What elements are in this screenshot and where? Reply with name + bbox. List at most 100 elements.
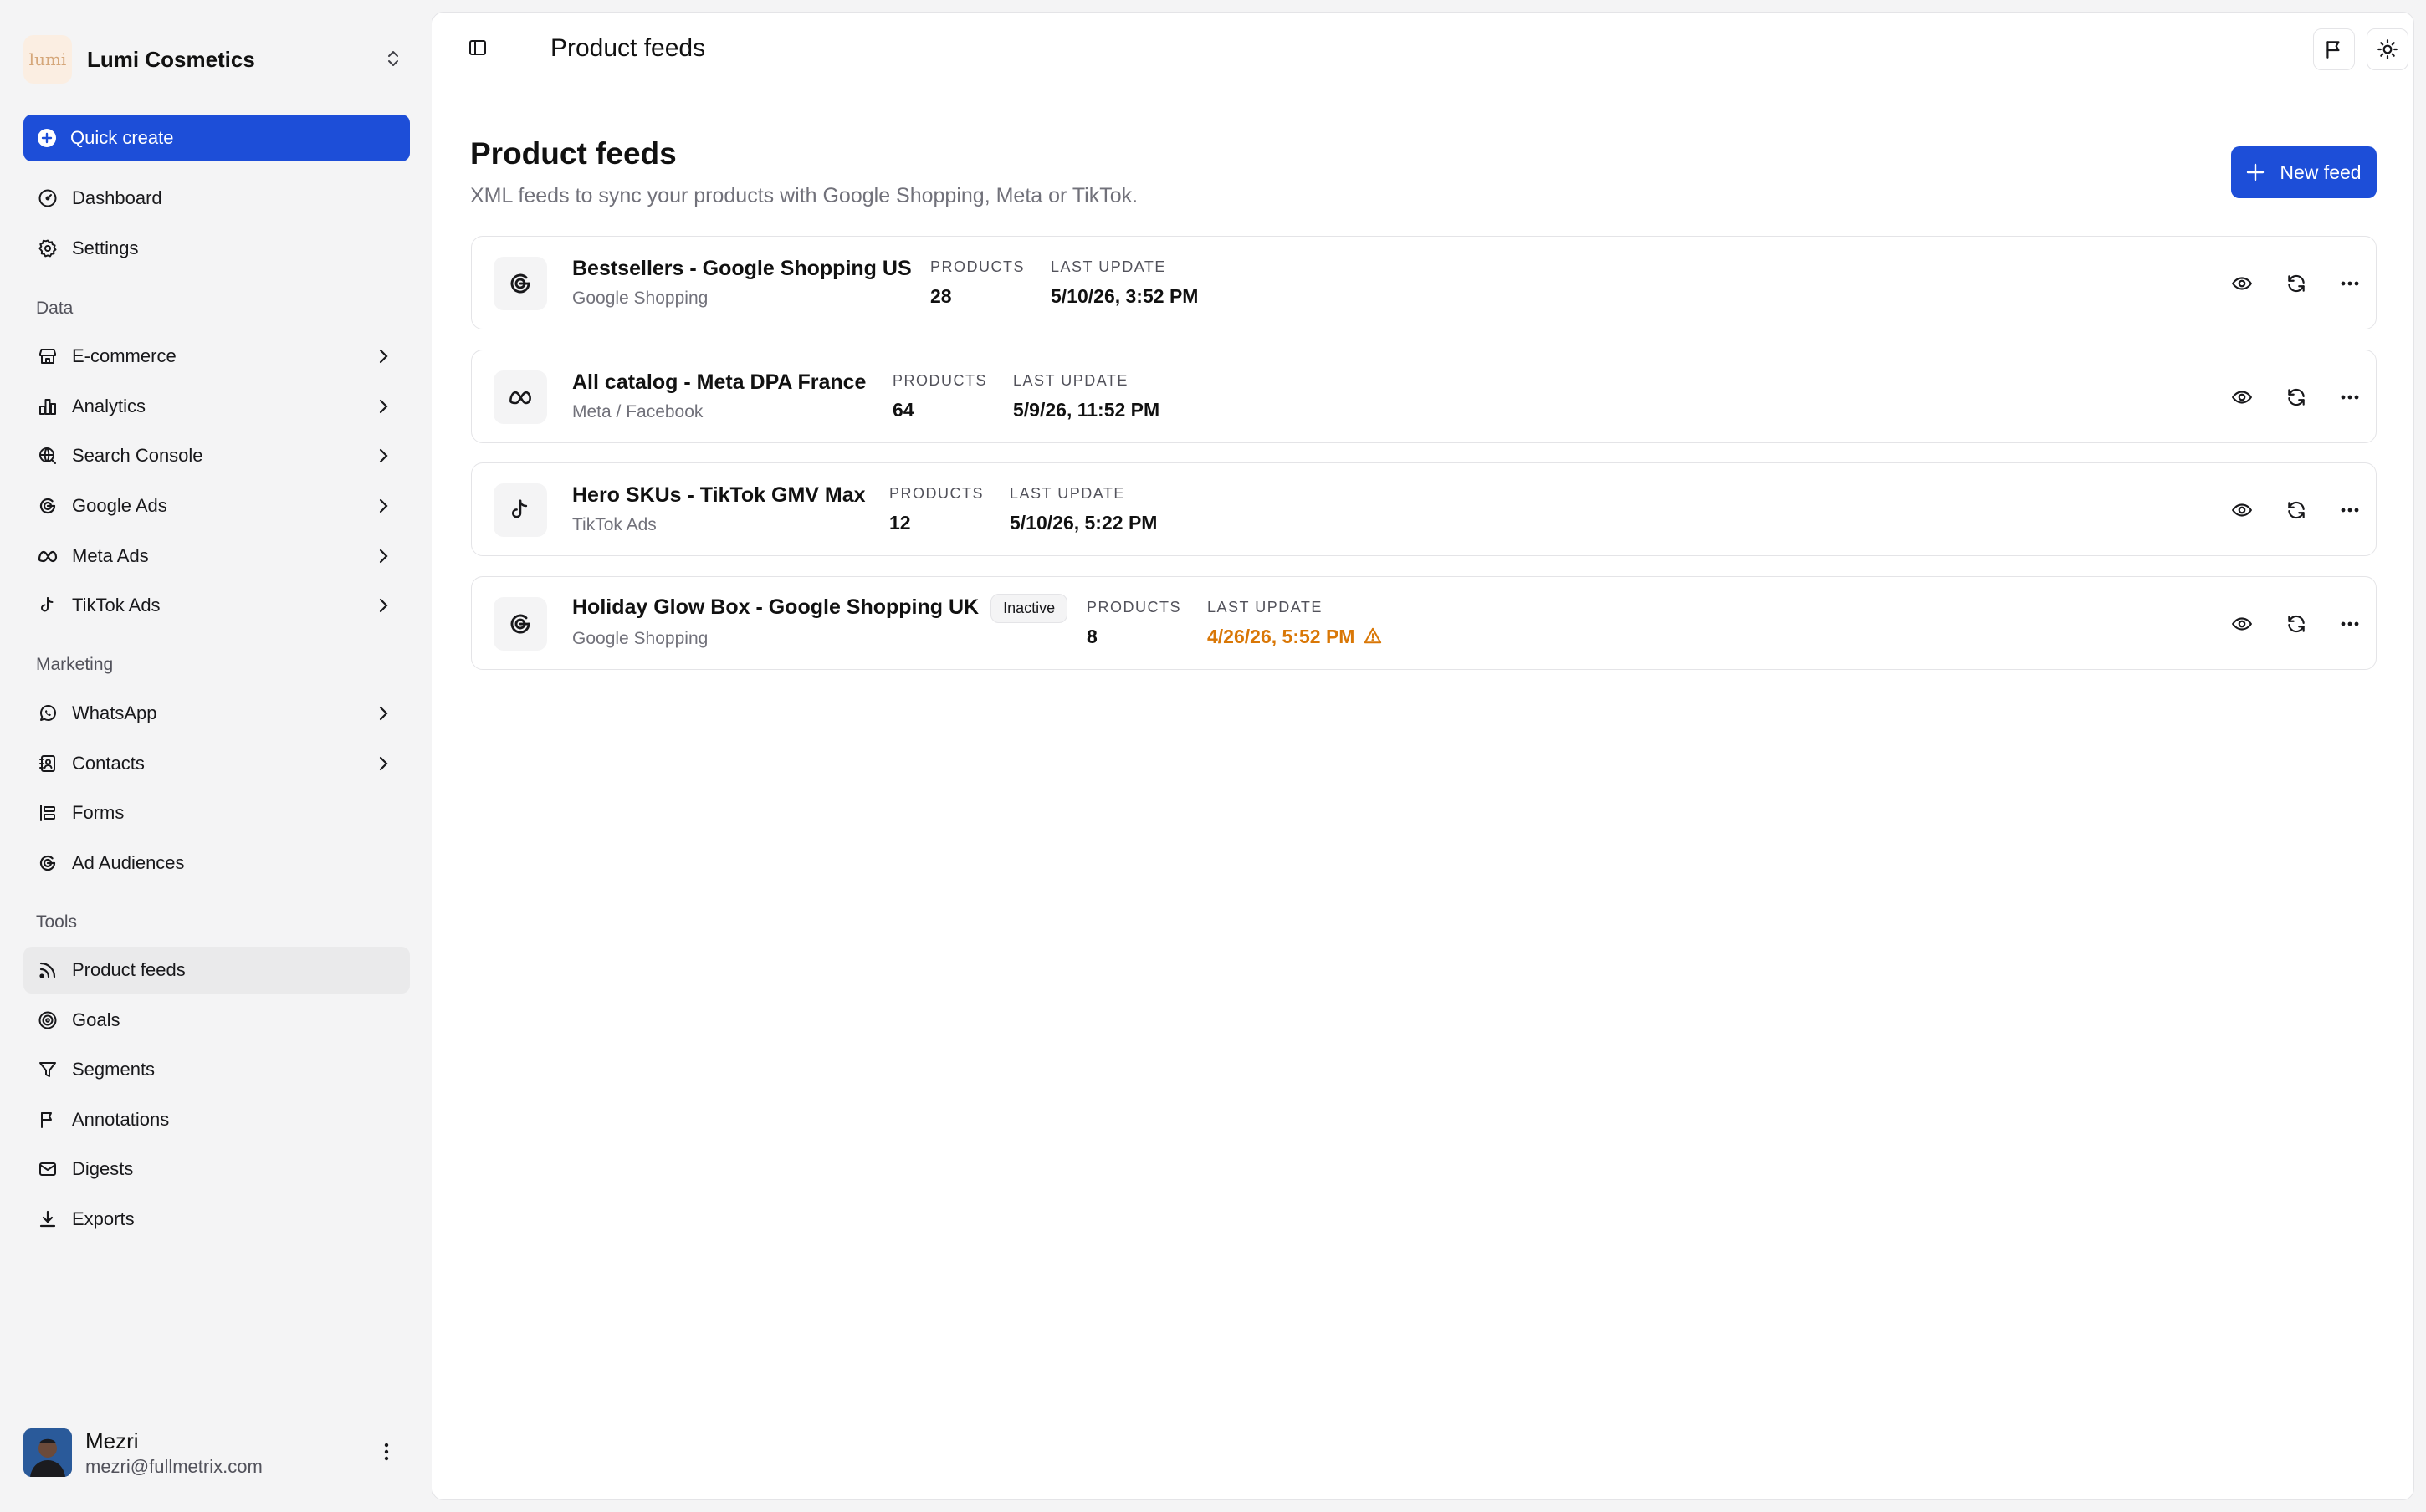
eye-icon[interactable] (2227, 382, 2257, 412)
feed-name[interactable]: Bestsellers - Google Shopping US (572, 257, 912, 281)
products-count: 28 (930, 285, 952, 307)
google-icon (494, 257, 547, 310)
feed-row[interactable]: Holiday Glow Box - Google Shopping UK Ina… (471, 576, 2377, 670)
sidebar-item-label: WhatsApp (72, 702, 157, 723)
sidebar-item-label: Settings (72, 238, 139, 258)
sidebar-item-forms[interactable]: Forms (23, 789, 410, 836)
warning-icon (1364, 626, 1382, 650)
sidebar-item-product-feeds[interactable]: Product feeds (23, 947, 410, 994)
feed-name[interactable]: Holiday Glow Box - Google Shopping UK Ina… (572, 594, 1068, 623)
sidebar-item-digests[interactable]: Digests (23, 1146, 410, 1193)
sidebar-item-tiktok-ads[interactable]: TikTok Ads (23, 582, 410, 629)
products-count: 8 (1087, 626, 1098, 647)
org-switcher[interactable]: lumi Lumi Cosmetics (23, 32, 410, 87)
sidebar-item-analytics[interactable]: Analytics (23, 383, 410, 430)
sidebar-item-label: Ad Audiences (72, 852, 185, 873)
feed-row[interactable]: All catalog - Meta DPA France Meta / Fac… (471, 350, 2377, 443)
feed-row[interactable]: Bestsellers - Google Shopping US Google … (471, 236, 2377, 329)
sidebar-item-ecommerce[interactable]: E-commerce (23, 333, 410, 380)
sidebar-item-exports[interactable]: Exports (23, 1196, 410, 1243)
plus-circle-icon (37, 128, 57, 148)
sidebar-item-label: TikTok Ads (72, 595, 161, 616)
feed-platform: Meta / Facebook (572, 402, 704, 421)
sidebar-item-label: Product feeds (72, 959, 186, 980)
eye-icon[interactable] (2227, 268, 2257, 299)
more-horizontal-icon[interactable] (2335, 268, 2365, 299)
form-icon (37, 802, 59, 824)
more-vertical-icon[interactable] (376, 1440, 397, 1468)
sun-icon (2377, 38, 2398, 60)
sidebar-item-search-console[interactable]: Search Console (23, 432, 410, 479)
feed-name[interactable]: Hero SKUs - TikTok GMV Max (572, 483, 866, 508)
avatar (23, 1428, 72, 1477)
flag-icon (2323, 38, 2345, 60)
sidebar-item-whatsapp[interactable]: WhatsApp (23, 690, 410, 737)
feed-name[interactable]: All catalog - Meta DPA France (572, 370, 866, 395)
sidebar-item-label: E-commerce (72, 345, 177, 366)
google-icon (37, 495, 59, 517)
chevron-right-icon (373, 753, 393, 779)
last-update-value: 4/26/26, 5:52 PM (1207, 626, 1382, 650)
chevron-right-icon (373, 703, 393, 728)
main-panel: Product feeds Product feeds XML feeds to… (432, 12, 2414, 1500)
sidebar-item-settings[interactable]: Settings (23, 225, 410, 272)
more-horizontal-icon[interactable] (2335, 495, 2365, 525)
sidebar: lumi Lumi Cosmetics Quick create Dashboa… (0, 0, 432, 1512)
google-icon (37, 852, 59, 874)
header-title: Product feeds (550, 34, 706, 62)
sidebar-item-meta-ads[interactable]: Meta Ads (23, 533, 410, 580)
feed-platform: TikTok Ads (572, 515, 657, 534)
user-email: mezri@fullmetrix.com (85, 1455, 263, 1477)
eye-icon[interactable] (2227, 495, 2257, 525)
sidebar-item-contacts[interactable]: Contacts (23, 740, 410, 787)
plus-icon (2246, 163, 2265, 181)
more-horizontal-icon[interactable] (2335, 382, 2365, 412)
page-title: Product feeds (470, 136, 677, 171)
sidebar-item-ad-audiences[interactable]: Ad Audiences (23, 840, 410, 886)
flag-icon (37, 1109, 59, 1131)
quick-create-button[interactable]: Quick create (23, 115, 410, 161)
last-update-value: 5/10/26, 5:22 PM (1010, 512, 1158, 534)
filter-icon (37, 1059, 59, 1080)
theme-toggle-button[interactable] (2367, 28, 2408, 70)
more-horizontal-icon[interactable] (2335, 609, 2365, 639)
refresh-icon[interactable] (2281, 609, 2311, 639)
user-profile[interactable]: Mezri mezri@fullmetrix.com (23, 1425, 410, 1480)
section-heading-tools: Tools (36, 912, 78, 932)
org-name: Lumi Cosmetics (87, 46, 255, 72)
new-feed-button[interactable]: New feed (2231, 146, 2377, 198)
sidebar-item-label: Google Ads (72, 495, 167, 516)
sidebar-toggle-icon[interactable] (468, 38, 488, 62)
page-subtitle: XML feeds to sync your products with Goo… (470, 184, 1139, 207)
sidebar-item-label: Segments (72, 1059, 156, 1080)
bar-chart-icon (37, 396, 59, 417)
topbar: Product feeds (432, 13, 2413, 84)
sidebar-item-label: Dashboard (72, 187, 162, 208)
annotations-button[interactable] (2313, 28, 2355, 70)
meta-icon (494, 370, 547, 424)
refresh-icon[interactable] (2281, 268, 2311, 299)
products-label: PRODUCTS (889, 485, 985, 502)
chevrons-up-down-icon[interactable] (383, 49, 403, 73)
refresh-icon[interactable] (2281, 382, 2311, 412)
new-feed-label: New feed (2280, 161, 2362, 183)
sidebar-item-label: Exports (72, 1208, 135, 1229)
gear-icon (37, 238, 59, 259)
chevron-right-icon (373, 496, 393, 521)
chevron-right-icon (373, 595, 393, 621)
sidebar-item-segments[interactable]: Segments (23, 1046, 410, 1093)
sidebar-item-annotations[interactable]: Annotations (23, 1096, 410, 1143)
feed-row[interactable]: Hero SKUs - TikTok GMV Max TikTok Ads PR… (471, 462, 2377, 556)
eye-icon[interactable] (2227, 609, 2257, 639)
sidebar-item-label: Contacts (72, 753, 145, 774)
sidebar-item-goals[interactable]: Goals (23, 997, 410, 1044)
sidebar-item-google-ads[interactable]: Google Ads (23, 483, 410, 529)
sidebar-item-dashboard[interactable]: Dashboard (23, 175, 410, 222)
mail-icon (37, 1158, 59, 1180)
refresh-icon[interactable] (2281, 495, 2311, 525)
section-heading-marketing: Marketing (36, 655, 114, 674)
chevron-right-icon (373, 396, 393, 421)
last-update-value: 5/10/26, 3:52 PM (1051, 285, 1199, 307)
sidebar-item-label: Analytics (72, 396, 146, 416)
store-icon (37, 345, 59, 367)
